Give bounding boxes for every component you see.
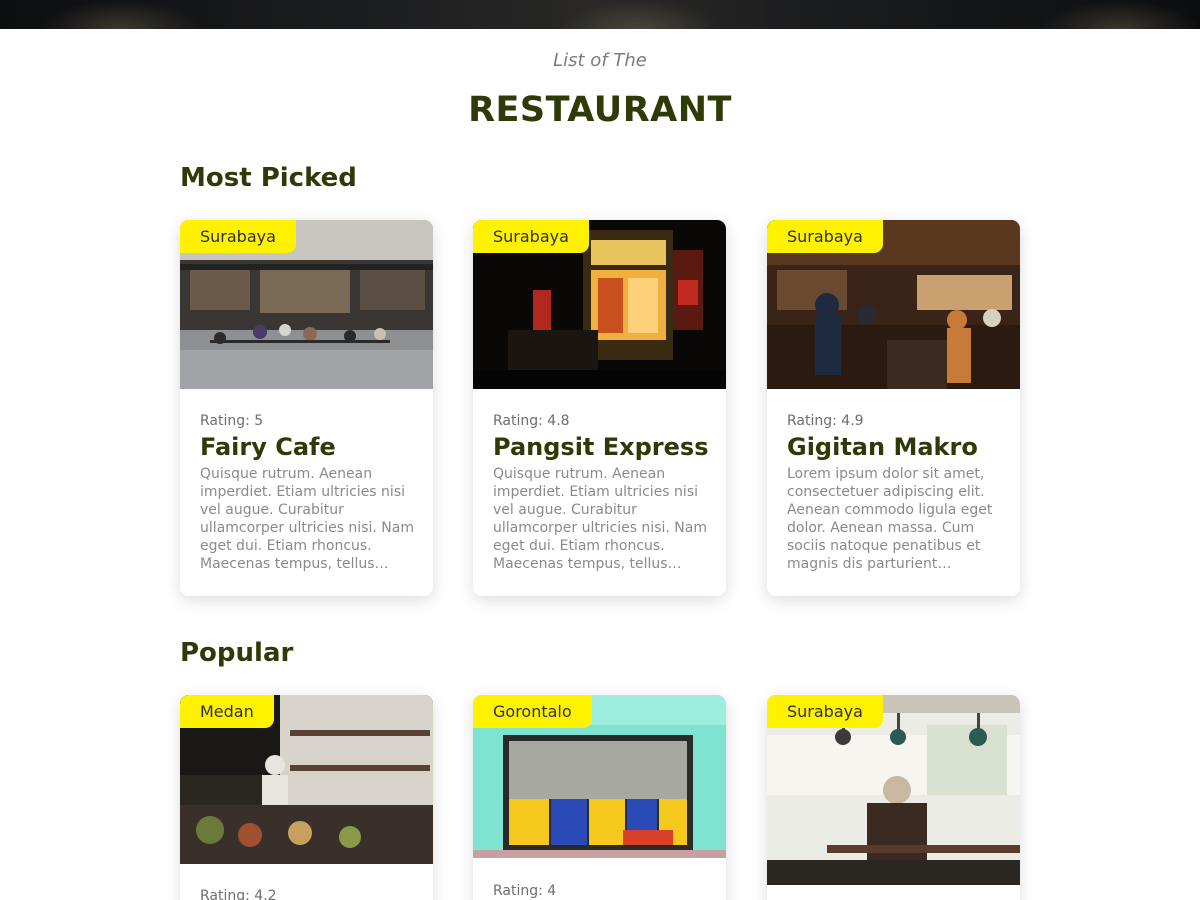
- rating-text: Rating: 4.9: [787, 413, 864, 429]
- restaurant-description: Quisque rutrum. Aenean imperdiet. Etiam …: [200, 466, 414, 572]
- rating-text: Rating: 4.8: [493, 413, 570, 429]
- section-title-most-picked: Most Picked: [180, 163, 357, 193]
- restaurant-card[interactable]: Surabaya Rating: 4.9 Gigitan Makro Lorem…: [767, 220, 1020, 596]
- restaurant-name[interactable]: Pangsit Express: [493, 433, 708, 461]
- hero-banner-image: [0, 0, 1200, 29]
- restaurant-card[interactable]: Surabaya Rating: 4.8 Pangsit Express Qui…: [473, 220, 726, 596]
- rating-text: Rating: 5: [200, 413, 264, 429]
- city-badge: Medan: [180, 695, 274, 728]
- section-title-popular: Popular: [180, 638, 294, 668]
- rating-text: Rating: 4: [493, 883, 557, 899]
- city-badge: Gorontalo: [473, 695, 592, 728]
- restaurant-name[interactable]: Fairy Cafe: [200, 433, 415, 461]
- city-badge: Surabaya: [767, 695, 883, 728]
- restaurant-card[interactable]: Gorontalo Rating: 4: [473, 695, 726, 900]
- restaurant-name[interactable]: Gigitan Makro: [787, 433, 1002, 461]
- restaurant-description: Lorem ipsum dolor sit amet, consectetuer…: [787, 466, 993, 572]
- page-subtitle: List of The: [553, 50, 647, 71]
- city-badge: Surabaya: [473, 220, 589, 253]
- restaurant-card[interactable]: Surabaya: [767, 695, 1020, 900]
- city-badge: Surabaya: [180, 220, 296, 253]
- restaurant-description: Quisque rutrum. Aenean imperdiet. Etiam …: [493, 466, 707, 572]
- restaurant-card[interactable]: Medan Rating: 4.2: [180, 695, 433, 900]
- rating-text: Rating: 4.2: [200, 888, 277, 900]
- city-badge: Surabaya: [767, 220, 883, 253]
- page-title: RESTAURANT: [468, 90, 732, 130]
- restaurant-card[interactable]: Surabaya Rating: 5 Fairy Cafe Quisque ru…: [180, 220, 433, 596]
